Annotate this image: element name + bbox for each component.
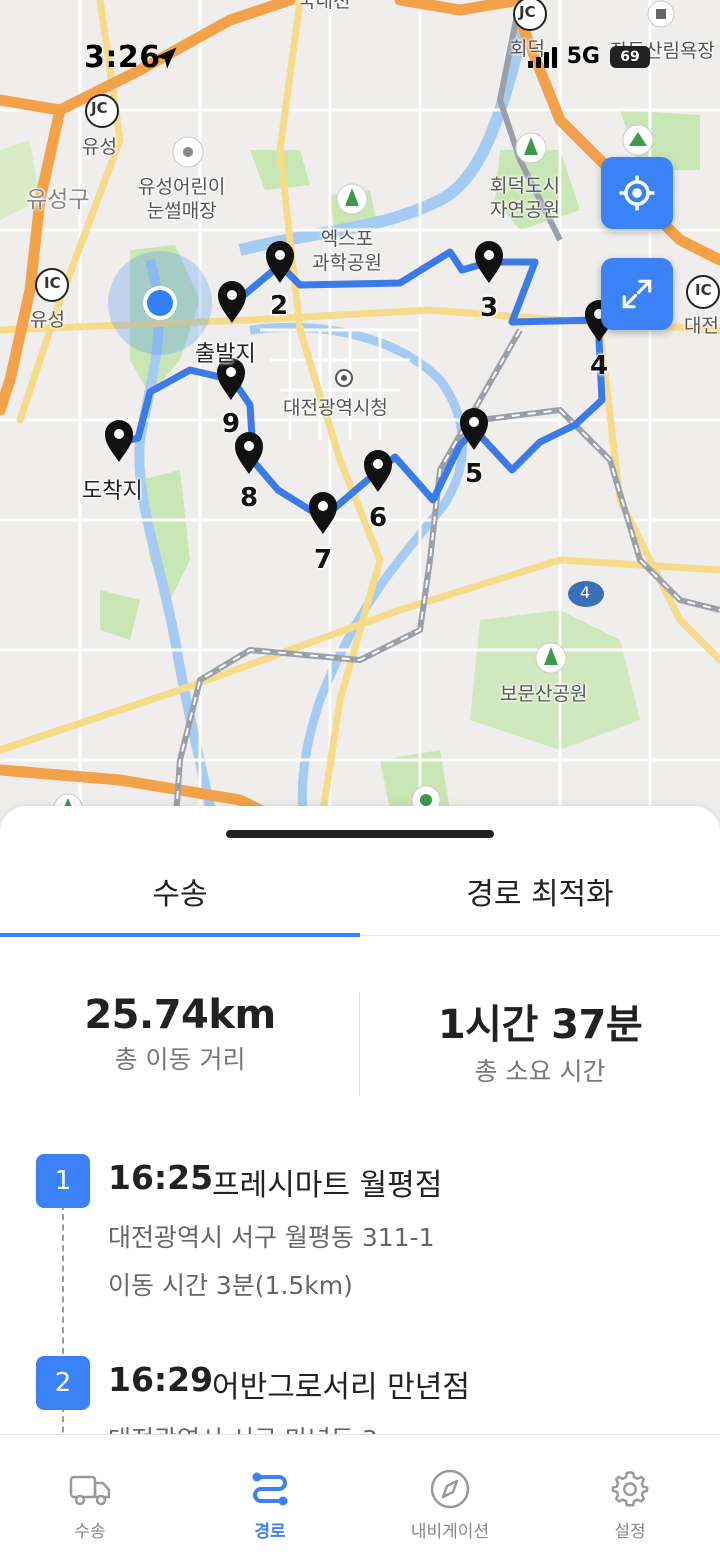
pin-number-2: 2 xyxy=(270,291,289,321)
total-distance-label: 총 이동 거리 xyxy=(114,1045,246,1074)
total-time-value: 1시간 37분 xyxy=(437,1002,643,1048)
map-label-bomunsan: 보문산공원 xyxy=(500,683,588,705)
pin-number-5: 5 xyxy=(465,459,484,489)
my-location-button[interactable] xyxy=(601,157,673,229)
total-time-label: 총 소요 시간 xyxy=(474,1057,606,1086)
network-type: 5G xyxy=(566,44,600,69)
tab-delivery[interactable]: 수송 xyxy=(0,846,360,937)
total-distance: 25.74km 총 이동 거리 xyxy=(0,992,360,1096)
bottom-tab-bar: 수송 경로 내비게이션 설정 xyxy=(0,1434,720,1565)
stop-connector xyxy=(62,1204,64,1364)
crosshair-icon xyxy=(619,175,655,211)
gear-icon xyxy=(608,1467,652,1511)
map-label-yuseong-gu: 유성구 xyxy=(26,187,90,213)
stop-name: 프레시마트 월평점 xyxy=(212,1168,443,1203)
route-map[interactable]: JC JC IC IC 4 국내천 유성 유성구 유성 유성어린이 눈썰매장 엑… xyxy=(0,0,720,830)
map-label-start: 출발지 xyxy=(195,342,256,367)
stop-item[interactable]: 1 16:25 프레시마트 월평점 대전광역시 서구 월평동 311-1 이동 … xyxy=(0,1152,720,1364)
route4-badge-label: 4 xyxy=(580,583,591,602)
tabbar-item-settings[interactable]: 설정 xyxy=(540,1435,720,1565)
tabbar-item-navigation[interactable]: 내비게이션 xyxy=(360,1435,540,1565)
map-label-yuseong-ic: 유성 xyxy=(30,309,65,331)
pin-number-6: 6 xyxy=(369,503,388,533)
battery-level: 69 xyxy=(620,48,640,65)
total-time: 1시간 37분 총 소요 시간 xyxy=(360,992,720,1096)
map-label-snow-park: 유성어린이 눈썰매장 xyxy=(138,176,226,222)
ic-badge-label: IC xyxy=(695,281,712,299)
stop-name: 어반그로서리 만년점 xyxy=(212,1370,470,1405)
stop-travel-info: 이동 시간 3분(1.5km) xyxy=(108,1271,353,1300)
map-label-city-hall: 대전광역시청 xyxy=(283,397,388,419)
route-icon xyxy=(248,1467,292,1511)
map-label-yuseong-jc: 유성 xyxy=(82,136,117,158)
total-distance-value: 25.74km xyxy=(84,992,276,1038)
sheet-tabs: 수송 경로 최적화 xyxy=(0,846,720,937)
signal-icon xyxy=(527,46,557,68)
stop-index-badge: 2 xyxy=(36,1356,90,1410)
stop-arrival-time: 16:29 xyxy=(108,1360,214,1399)
tab-route-optimization[interactable]: 경로 최적화 xyxy=(360,846,720,936)
tabbar-item-route[interactable]: 경로 xyxy=(180,1435,360,1565)
pin-number-3: 3 xyxy=(480,293,499,323)
map-label-expo-park: 엑스포 과학공원 xyxy=(312,228,382,274)
map-label-daejeon: 대전 xyxy=(684,315,719,337)
summary-divider xyxy=(359,992,360,1096)
tabbar-label: 경로 xyxy=(254,1522,286,1542)
stop-index-badge: 1 xyxy=(36,1154,90,1208)
pin-number-7: 7 xyxy=(314,545,333,575)
location-arrow-icon xyxy=(155,47,177,69)
tabbar-label: 수송 xyxy=(74,1522,106,1542)
stop-address: 대전광역시 서구 월평동 311-1 xyxy=(108,1223,435,1252)
pin-number-9: 9 xyxy=(222,409,241,439)
pin-number-8: 8 xyxy=(240,483,259,513)
battery-icon: 69 xyxy=(610,45,650,68)
status-bar: 3:26 5G 69 xyxy=(0,0,720,110)
sheet-drag-handle[interactable] xyxy=(226,830,494,838)
expand-icon xyxy=(622,279,652,309)
status-indicators: 5G 69 xyxy=(527,44,650,69)
tabbar-label: 설정 xyxy=(614,1522,646,1542)
expand-map-button[interactable] xyxy=(601,258,673,330)
compass-icon xyxy=(428,1467,472,1511)
tabbar-label: 내비게이션 xyxy=(410,1522,490,1542)
map-label-hoedeok-park: 회덕도시 자연공원 xyxy=(490,175,560,221)
status-time: 3:26 xyxy=(84,40,161,75)
ic-badge-label: IC xyxy=(44,274,61,292)
truck-icon xyxy=(68,1467,112,1511)
route-summary: 25.74km 총 이동 거리 1시간 37분 총 소요 시간 xyxy=(0,992,720,1096)
tabbar-item-delivery[interactable]: 수송 xyxy=(0,1435,180,1565)
map-label-end: 도착지 xyxy=(82,479,143,504)
stop-arrival-time: 16:25 xyxy=(108,1158,214,1197)
pin-number-4: 4 xyxy=(590,351,609,381)
